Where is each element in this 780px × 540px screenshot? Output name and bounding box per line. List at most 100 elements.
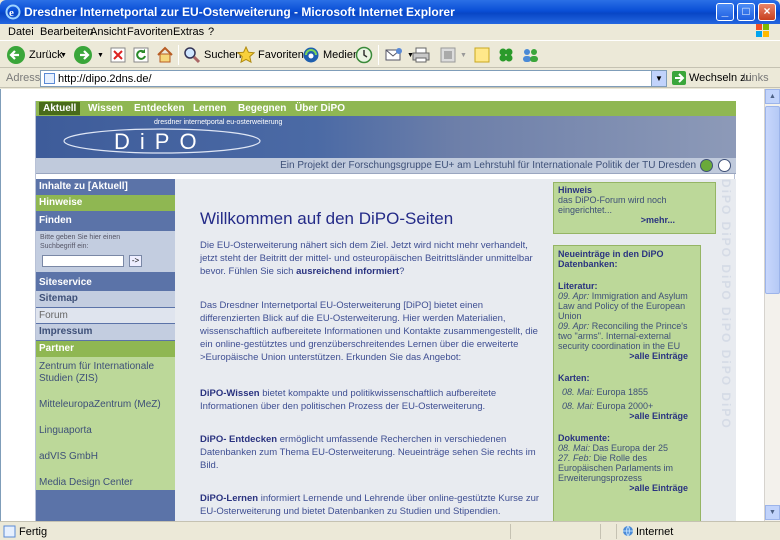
- tab-entdecken[interactable]: Entdecken: [130, 102, 189, 115]
- dokumente-entry-2[interactable]: 27. Feb: Die Rolle des Europäischen Parl…: [558, 453, 696, 483]
- menu-bearbeiten[interactable]: Bearbeiten: [40, 26, 93, 38]
- edit-button[interactable]: ▼: [439, 44, 467, 66]
- literatur-entry-1[interactable]: 09. Apr: Immigration and Asylum Law and …: [558, 291, 696, 321]
- dipo-lernen-link[interactable]: DiPO-Lernen: [200, 493, 258, 504]
- karten-all-link[interactable]: >alle Einträge: [558, 411, 696, 421]
- sidebar-search-input[interactable]: [42, 255, 124, 267]
- vertical-scrollbar[interactable]: ▲ ▼: [764, 89, 780, 521]
- scroll-thumb[interactable]: [765, 106, 780, 294]
- sidebar-item-forum[interactable]: Forum: [36, 308, 175, 323]
- mail-icon: [385, 48, 402, 61]
- literatur-all-link[interactable]: >alle Einträge: [558, 351, 696, 361]
- stop-icon: [110, 47, 126, 63]
- address-dropdown[interactable]: ▼: [651, 71, 666, 86]
- dokumente-entry-1[interactable]: 08. Mai: Das Europa der 25: [558, 443, 696, 453]
- zone-text: Internet: [636, 526, 674, 538]
- forward-dropdown[interactable]: ▼: [97, 44, 104, 66]
- menu-help[interactable]: ?: [208, 26, 214, 38]
- new-entries-box: Neueinträge in den DiPO Datenbanken: Lit…: [553, 245, 701, 521]
- dipo-entdecken-link[interactable]: DiPO- Entdecken: [200, 434, 277, 445]
- hinweis-more-link[interactable]: >mehr...: [558, 215, 711, 225]
- minimize-button[interactable]: _: [716, 3, 734, 21]
- literatur-title: Literatur:: [558, 281, 598, 291]
- scroll-up-button[interactable]: ▲: [765, 89, 780, 104]
- dokumente-all-link[interactable]: >alle Einträge: [558, 483, 696, 493]
- karten-title: Karten:: [558, 373, 590, 383]
- dipo-page: Aktuell Wissen Entdecken Lernen Begegnen…: [35, 101, 736, 521]
- history-button[interactable]: [355, 44, 376, 66]
- scroll-down-button[interactable]: ▼: [765, 505, 780, 520]
- maximize-button[interactable]: □: [737, 3, 755, 21]
- hinweis-text: das DiPO-Forum wird noch eingerichtet...: [558, 195, 667, 215]
- forward-button[interactable]: [73, 44, 96, 66]
- sidebar: Inhalte zu [Aktuell] Hinweise Finden Bit…: [36, 179, 175, 521]
- print-button[interactable]: [412, 44, 433, 66]
- sidebar-item-hinweise[interactable]: Hinweise: [36, 195, 175, 211]
- new-entries-title: Neueinträge in den DiPO Datenbanken:: [558, 249, 664, 269]
- refresh-button[interactable]: [133, 44, 152, 66]
- page-status-icon: [3, 525, 16, 538]
- favorites-button[interactable]: Favoriten: [237, 44, 304, 66]
- karten-entry-2[interactable]: 08. Mai: Europa 2000+: [558, 401, 696, 411]
- literatur-entry-2[interactable]: 09. Apr: Reconciling the Prince's two "a…: [558, 321, 696, 351]
- sidebar-item-sitemap[interactable]: Sitemap: [36, 291, 175, 307]
- tab-begegnen[interactable]: Begegnen: [234, 102, 290, 115]
- stop-button[interactable]: [110, 44, 129, 66]
- menu-bar: Datei Bearbeiten Ansicht Favoriten Extra…: [0, 24, 780, 40]
- sidebar-search-button[interactable]: ->: [129, 255, 142, 267]
- page-title: Willkommen auf den DiPO-Seiten: [200, 209, 454, 228]
- tab-ueber-dipo[interactable]: Über DiPO: [291, 102, 349, 115]
- discuss-button[interactable]: [473, 44, 494, 66]
- globe-icon[interactable]: [700, 159, 713, 172]
- informiert-link[interactable]: ausreichend informiert: [296, 266, 399, 277]
- tu-dresden-icon[interactable]: [718, 159, 731, 172]
- menu-favoriten[interactable]: Favoriten: [127, 26, 173, 38]
- partner-mez[interactable]: MitteleuropaZentrum (MeZ): [39, 399, 161, 410]
- partner-linguaporta[interactable]: Linguaporta: [39, 425, 92, 436]
- dipo-logo[interactable]: DiPO: [62, 127, 262, 155]
- messenger-button[interactable]: [497, 44, 518, 66]
- search-hint: Bitte geben Sie hier einen Suchbegriff e…: [40, 234, 121, 250]
- mail-button[interactable]: ▼: [384, 44, 414, 66]
- media-button[interactable]: Medien: [302, 44, 359, 66]
- partner-mdc[interactable]: Media Design Center: [39, 477, 133, 488]
- hinweis-title: Hinweis: [558, 185, 593, 195]
- status-text: Fertig: [19, 526, 48, 538]
- address-input[interactable]: http://dipo.2dns.de/ ▼: [40, 70, 667, 87]
- research-button[interactable]: [520, 44, 543, 66]
- history-icon: [355, 46, 373, 64]
- window-title: Dresdner Internetportal zur EU-Osterweit…: [24, 5, 455, 19]
- menu-datei[interactable]: Datei: [8, 26, 34, 38]
- search-button[interactable]: Suchen: [183, 44, 241, 66]
- browser-viewport: Aktuell Wissen Entdecken Lernen Begegnen…: [0, 89, 764, 521]
- sidebar-item-impressum[interactable]: Impressum: [36, 324, 175, 340]
- home-button[interactable]: [156, 44, 177, 66]
- go-button[interactable]: Wechseln zu: [672, 71, 752, 85]
- home-icon: [157, 46, 173, 63]
- hinweis-box: Hinweis das DiPO-Forum wird noch eingeri…: [553, 182, 716, 234]
- dipo-wissen-link[interactable]: DiPO-Wissen: [200, 388, 260, 399]
- tab-aktuell[interactable]: Aktuell: [39, 102, 81, 115]
- partner-zis[interactable]: Zentrum für Internationale Studien (ZIS): [39, 361, 159, 385]
- people-icon: [523, 49, 538, 62]
- address-url: http://dipo.2dns.de/: [58, 73, 152, 85]
- project-bar: Ein Projekt der Forschungsgruppe EU+ am …: [36, 158, 736, 174]
- windows-logo-icon: [756, 24, 769, 37]
- back-dropdown[interactable]: ▼: [60, 44, 67, 66]
- back-button[interactable]: Zurück: [6, 44, 63, 66]
- address-bar: Adresse http://dipo.2dns.de/ ▼ Wechseln …: [0, 68, 780, 88]
- tab-wissen[interactable]: Wissen: [84, 102, 127, 115]
- menu-extras[interactable]: Extras: [173, 26, 204, 38]
- refresh-icon: [133, 47, 149, 63]
- dipo-description: Das Dresdner Internetportal EU-Osterweit…: [200, 300, 538, 363]
- partner-advis[interactable]: adVIS GmbH: [39, 451, 98, 462]
- tab-lernen[interactable]: Lernen: [189, 102, 230, 115]
- star-icon: [237, 46, 255, 64]
- menu-ansicht[interactable]: Ansicht: [90, 26, 126, 38]
- close-button[interactable]: ×: [758, 3, 776, 21]
- karten-entry-1[interactable]: 08. Mai: Europa 1855: [558, 387, 696, 397]
- links-label[interactable]: Links: [743, 72, 769, 84]
- svg-text:e: e: [9, 7, 14, 19]
- logo-text: DiPO: [114, 129, 207, 154]
- go-arrow-icon: [672, 71, 686, 85]
